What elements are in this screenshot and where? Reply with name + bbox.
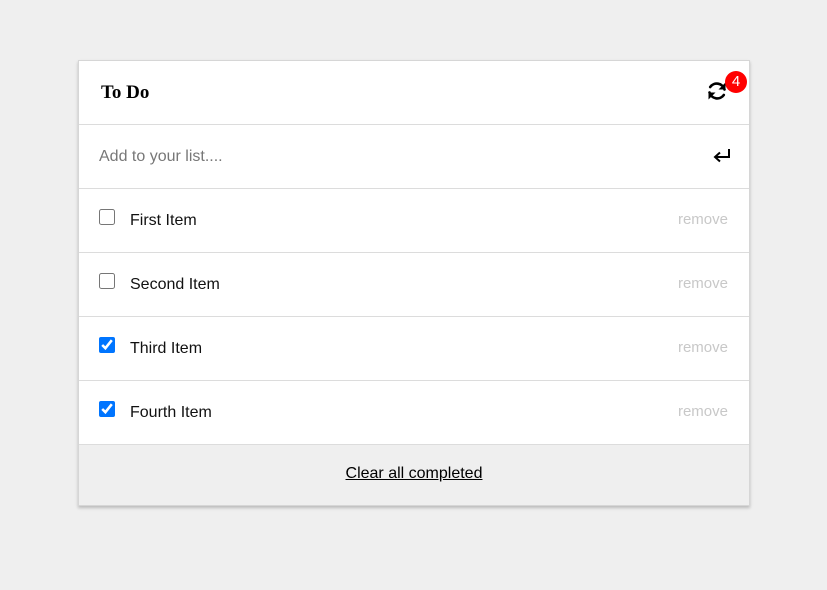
todo-header: To Do 4 <box>79 61 749 125</box>
remove-button[interactable]: remove <box>678 275 728 292</box>
list-item: Third Item remove <box>79 317 749 381</box>
todo-footer: Clear all completed <box>79 445 749 505</box>
item-checkbox[interactable] <box>99 273 115 289</box>
item-label: First Item <box>130 212 197 229</box>
clear-completed-link[interactable]: Clear all completed <box>346 465 483 483</box>
item-checkbox[interactable] <box>99 209 115 225</box>
enter-button[interactable] <box>711 145 733 165</box>
remove-button[interactable]: remove <box>678 339 728 356</box>
item-label: Second Item <box>130 276 220 293</box>
remove-button[interactable]: remove <box>678 211 728 228</box>
todo-card: To Do 4 First Item remove Second Item re… <box>78 60 750 506</box>
enter-icon <box>713 149 730 163</box>
count-badge: 4 <box>725 71 747 93</box>
list-item: Fourth Item remove <box>79 381 749 445</box>
item-checkbox[interactable] <box>99 337 115 353</box>
add-item-input[interactable] <box>99 145 659 169</box>
list-item: First Item remove <box>79 189 749 253</box>
page-title: To Do <box>101 82 150 103</box>
list-item: Second Item remove <box>79 253 749 317</box>
remove-button[interactable]: remove <box>678 403 728 420</box>
item-checkbox[interactable] <box>99 401 115 417</box>
item-label: Third Item <box>130 340 203 357</box>
item-label: Fourth Item <box>130 404 212 421</box>
add-item-row <box>79 125 749 189</box>
